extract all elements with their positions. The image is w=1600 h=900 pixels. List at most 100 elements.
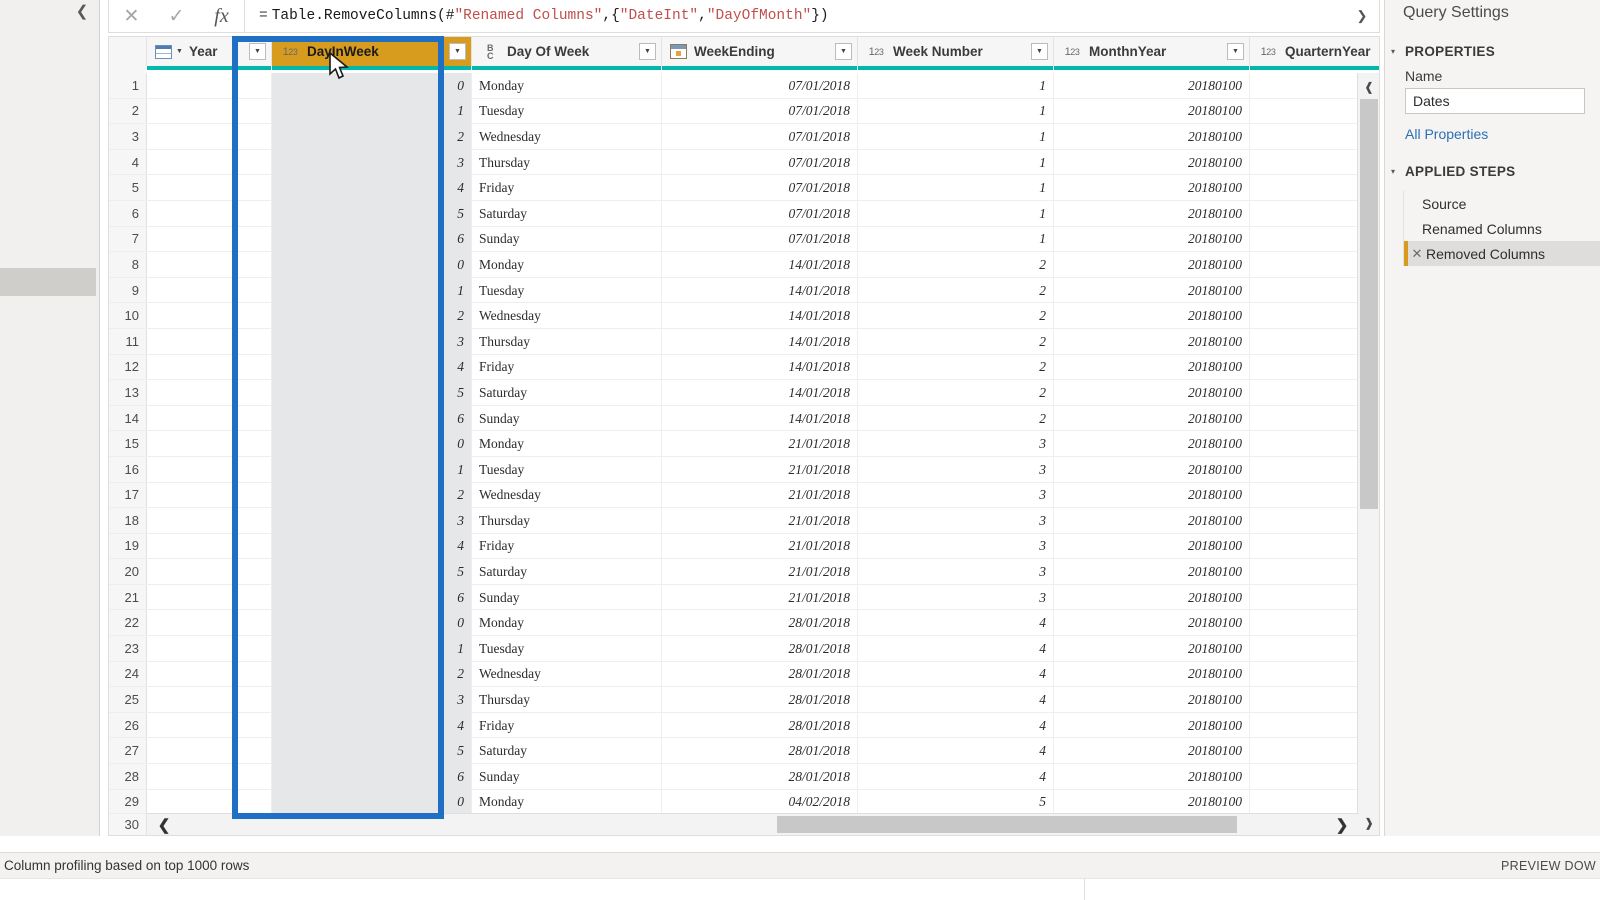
chevron-up-icon[interactable]: ❰ [1358,77,1379,97]
cell-weekending[interactable]: 07/01/2018 [662,149,858,176]
cell-dayinweek[interactable]: 5 [272,380,472,406]
table-row[interactable]: 264Friday28/01/201842018010020 [109,712,1379,739]
column-header-week-number[interactable]: 1 2 3 Week Number ▼ [858,37,1054,66]
cell-monthnyear[interactable]: 20180100 [1054,789,1250,816]
cell-week-number[interactable]: 3 [858,456,1054,483]
cell-dayinweek[interactable]: 6 [272,764,472,790]
properties-section-header[interactable]: ▾ PROPERTIES [1385,44,1600,59]
column-filter-dropdown-monthnyear[interactable]: ▼ [1227,43,1244,60]
formula-input[interactable]: = Table.RemoveColumns(# "Renamed Columns… [245,8,1345,24]
cell-week-number[interactable]: 4 [858,764,1054,790]
all-properties-link[interactable]: All Properties [1405,126,1600,142]
cell-monthnyear[interactable]: 20180100 [1054,277,1250,304]
cell-dayinweek[interactable]: 4 [272,175,472,201]
cell-year[interactable] [147,712,272,739]
cell-monthnyear[interactable]: 20180100 [1054,533,1250,560]
cell-year[interactable] [147,482,272,509]
cell-weekending[interactable]: 07/01/2018 [662,73,858,99]
cell-year[interactable] [147,636,272,662]
applied-step-renamed-columns[interactable]: Renamed Columns [1404,216,1600,241]
cell-dayinweek[interactable]: 3 [272,508,472,534]
cell-week-number[interactable]: 2 [858,303,1054,329]
cell-week-number[interactable]: 4 [858,712,1054,739]
cell-monthnyear[interactable]: 20180100 [1054,431,1250,457]
cell-day-of-week[interactable]: Tuesday [472,456,662,483]
cell-monthnyear[interactable]: 20180100 [1054,405,1250,432]
horizontal-scrollbar-thumb[interactable] [777,816,1237,833]
column-filter-dropdown-week-number[interactable]: ▼ [1031,43,1048,60]
cell-monthnyear[interactable]: 20180100 [1054,738,1250,765]
cell-monthnyear[interactable]: 20180100 [1054,328,1250,355]
cell-monthnyear[interactable]: 20180100 [1054,610,1250,637]
cell-weekending[interactable]: 14/01/2018 [662,328,858,355]
cell-dayinweek[interactable]: 2 [272,124,472,150]
vertical-scrollbar[interactable]: ❰ ❱ [1357,73,1379,835]
table-row[interactable]: 135Saturday14/01/201822018010020 [109,380,1379,406]
cell-monthnyear[interactable]: 20180100 [1054,226,1250,253]
cell-monthnyear[interactable]: 20180100 [1054,508,1250,534]
cell-day-of-week[interactable]: Wednesday [472,482,662,509]
cell-weekending[interactable]: 21/01/2018 [662,482,858,509]
cell-weekending[interactable]: 21/01/2018 [662,533,858,560]
table-row[interactable]: 275Saturday28/01/201842018010020 [109,738,1379,765]
cell-monthnyear[interactable]: 20180100 [1054,661,1250,688]
cell-year[interactable] [147,277,272,304]
cell-weekending[interactable]: 14/01/2018 [662,354,858,381]
vertical-scrollbar-thumb[interactable] [1360,99,1378,509]
cell-dayinweek[interactable]: 6 [272,405,472,432]
cell-week-number[interactable]: 1 [858,226,1054,253]
cell-day-of-week[interactable]: Tuesday [472,277,662,304]
cell-day-of-week[interactable]: Saturday [472,738,662,765]
cell-week-number[interactable]: 2 [858,252,1054,278]
applied-steps-section-header[interactable]: ▾ APPLIED STEPS [1385,164,1600,179]
cell-day-of-week[interactable]: Thursday [472,149,662,176]
cell-dayinweek[interactable]: 1 [272,98,472,125]
cell-dayinweek[interactable]: 0 [272,610,472,637]
cell-dayinweek[interactable]: 0 [272,789,472,816]
cell-year[interactable] [147,456,272,483]
cell-day-of-week[interactable]: Saturday [472,559,662,585]
cell-week-number[interactable]: 4 [858,661,1054,688]
cell-day-of-week[interactable]: Monday [472,610,662,637]
cell-weekending[interactable]: 21/01/2018 [662,508,858,534]
cell-monthnyear[interactable]: 20180100 [1054,200,1250,227]
cell-monthnyear[interactable]: 20180100 [1054,98,1250,125]
cell-year[interactable] [147,226,272,253]
queries-pane-selected-item[interactable] [0,268,96,296]
cell-monthnyear[interactable]: 20180100 [1054,636,1250,662]
cell-week-number[interactable]: 3 [858,559,1054,585]
cell-week-number[interactable]: 4 [858,738,1054,765]
cell-week-number[interactable]: 1 [858,124,1054,150]
cell-day-of-week[interactable]: Friday [472,533,662,560]
chevron-right-icon[interactable]: ❯ [1329,814,1355,835]
cell-day-of-week[interactable]: Thursday [472,508,662,534]
cell-week-number[interactable]: 3 [858,482,1054,509]
cell-weekending[interactable]: 14/01/2018 [662,405,858,432]
cell-weekending[interactable]: 04/02/2018 [662,789,858,816]
cell-year[interactable] [147,738,272,765]
cell-monthnyear[interactable]: 20180100 [1054,175,1250,201]
chevron-left-icon[interactable]: ❮ [71,0,93,22]
cell-dayinweek[interactable]: 5 [272,738,472,765]
cell-week-number[interactable]: 3 [858,533,1054,560]
column-header-year[interactable]: ▼ Year ▼ [147,37,272,66]
fx-icon[interactable]: fx [199,0,244,32]
cell-day-of-week[interactable]: Wednesday [472,303,662,329]
column-header-weekending[interactable]: WeekEnding ▼ [662,37,858,66]
cell-dayinweek[interactable]: 1 [272,456,472,483]
cell-year[interactable] [147,508,272,534]
table-row[interactable]: 194Friday21/01/201832018010020 [109,533,1379,560]
cell-week-number[interactable]: 4 [858,636,1054,662]
cell-day-of-week[interactable]: Thursday [472,328,662,355]
table-row[interactable]: 231Tuesday28/01/201842018010020 [109,636,1379,662]
cell-week-number[interactable]: 2 [858,328,1054,355]
cell-weekending[interactable]: 07/01/2018 [662,175,858,201]
cell-monthnyear[interactable]: 20180100 [1054,380,1250,406]
cell-day-of-week[interactable]: Sunday [472,405,662,432]
cell-week-number[interactable]: 2 [858,380,1054,406]
cell-weekending[interactable]: 21/01/2018 [662,456,858,483]
cell-week-number[interactable]: 1 [858,200,1054,227]
column-header-quarternyear[interactable]: 123QuarternYear▼ [1250,37,1379,66]
table-row[interactable]: 290Monday04/02/201852018010020 [109,789,1379,816]
cell-day-of-week[interactable]: Tuesday [472,98,662,125]
